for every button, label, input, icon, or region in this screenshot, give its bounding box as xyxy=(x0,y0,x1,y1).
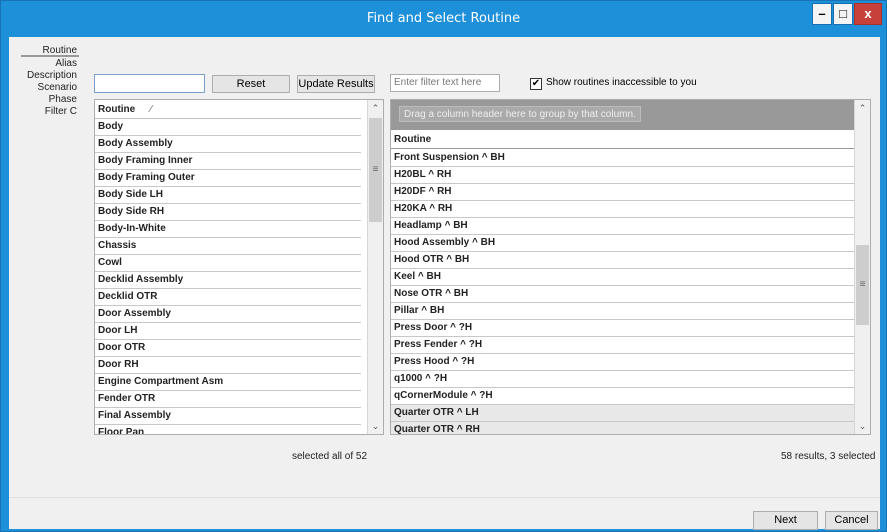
results-grid-row[interactable]: Press Hood ^ ?H xyxy=(391,354,855,371)
routine-list-item[interactable]: Door OTR xyxy=(95,340,361,357)
routine-list-scrollbar[interactable]: ⌃ ≡ ⌄ xyxy=(367,100,383,434)
routine-list-item[interactable]: Door LH xyxy=(95,323,361,340)
routine-list-item[interactable]: Decklid OTR xyxy=(95,289,361,306)
scroll-up-icon[interactable]: ⌃ xyxy=(855,100,870,116)
routine-list-header[interactable]: Routine ⁄ xyxy=(95,100,361,119)
results-grid-row[interactable]: Hood Assembly ^ BH xyxy=(391,235,855,252)
routine-list-item[interactable]: Body xyxy=(95,119,361,136)
results-grid-header[interactable]: Routine xyxy=(391,130,855,149)
scroll-thumb[interactable]: ≡ xyxy=(856,245,869,325)
results-grid-row[interactable]: Headlamp ^ BH xyxy=(391,218,855,235)
results-grid-row[interactable]: Keel ^ BH xyxy=(391,269,855,286)
reset-button[interactable]: Reset xyxy=(212,75,290,93)
group-by-panel[interactable]: Drag a column header here to group by th… xyxy=(391,100,855,130)
routine-list-item[interactable]: Engine Compartment Asm xyxy=(95,374,361,391)
routine-list-item[interactable]: Final Assembly xyxy=(95,408,361,425)
scroll-down-icon[interactable]: ⌄ xyxy=(368,418,383,434)
list-status-text: selected all of 52 xyxy=(292,451,368,462)
results-grid-row[interactable]: Press Fender ^ ?H xyxy=(391,337,855,354)
routine-list-item[interactable]: Chassis xyxy=(95,238,361,255)
routine-list-item[interactable]: Body Framing Inner xyxy=(95,153,361,170)
dialog-client: Routine Alias Description Scenario Phase… xyxy=(9,37,880,530)
routine-list-item[interactable]: Body Side RH xyxy=(95,204,361,221)
results-grid-row[interactable]: Quarter OTR ^ LH xyxy=(391,405,855,422)
dialog-footer xyxy=(9,497,880,529)
results-grid-row[interactable]: Pillar ^ BH xyxy=(391,303,855,320)
results-grid-row[interactable]: Press Door ^ ?H xyxy=(391,320,855,337)
routine-list-item[interactable]: Decklid Assembly xyxy=(95,272,361,289)
group-by-hint: Drag a column header here to group by th… xyxy=(399,106,641,122)
sidenav-item-routine[interactable]: Routine xyxy=(21,45,79,57)
routine-list[interactable]: Routine ⁄ Body Body Assembly Body Framing … xyxy=(94,99,384,435)
scroll-thumb[interactable]: ≡ xyxy=(369,118,382,222)
sidenav-item-phase[interactable]: Phase xyxy=(21,94,79,106)
routine-list-item[interactable]: Fender OTR xyxy=(95,391,361,408)
routine-list-item[interactable]: Body-In-White xyxy=(95,221,361,238)
scroll-down-icon[interactable]: ⌄ xyxy=(855,418,870,434)
routine-list-item[interactable]: Door Assembly xyxy=(95,306,361,323)
routine-results-grid[interactable]: Drag a column header here to group by th… xyxy=(390,99,871,435)
results-grid-row[interactable]: Quarter OTR ^ RH xyxy=(391,422,855,434)
sidenav-item-description[interactable]: Description xyxy=(21,70,79,82)
routine-list-item[interactable]: Body Assembly xyxy=(95,136,361,153)
cancel-button[interactable]: Cancel xyxy=(825,511,878,530)
results-grid-row[interactable]: H20DF ^ RH xyxy=(391,184,855,201)
update-results-button[interactable]: Update Results xyxy=(297,75,375,93)
routine-list-item[interactable]: Door RH xyxy=(95,357,361,374)
routine-list-item[interactable]: Cowl xyxy=(95,255,361,272)
results-grid-scrollbar[interactable]: ⌃ ≡ ⌄ xyxy=(854,100,870,434)
maximize-button[interactable]: □ xyxy=(833,3,853,25)
routine-list-item[interactable]: Body Side LH xyxy=(95,187,361,204)
search-input[interactable] xyxy=(94,74,205,93)
next-button[interactable]: Next xyxy=(753,511,818,530)
results-grid-row[interactable]: H20BL ^ RH xyxy=(391,167,855,184)
scroll-up-icon[interactable]: ⌃ xyxy=(368,100,383,116)
close-button[interactable]: x xyxy=(854,3,882,25)
sidenav-item-scenario[interactable]: Scenario xyxy=(21,82,79,94)
title-bar[interactable]: Find and Select Routine – □ x xyxy=(1,1,886,37)
results-grid-row[interactable]: Nose OTR ^ BH xyxy=(391,286,855,303)
minimize-button[interactable]: – xyxy=(812,3,832,25)
window-title: Find and Select Routine xyxy=(366,11,521,26)
results-grid-row[interactable]: Hood OTR ^ BH xyxy=(391,252,855,269)
routine-list-item[interactable]: Body Framing Outer xyxy=(95,170,361,187)
results-grid-row[interactable]: q1000 ^ ?H xyxy=(391,371,855,388)
results-status-text: 58 results, 3 selected xyxy=(781,451,876,462)
show-inaccessible-checkbox[interactable]: ✔ xyxy=(530,78,542,90)
sidenav-item-alias[interactable]: Alias xyxy=(21,58,79,70)
routine-list-header-label: Routine xyxy=(98,104,136,115)
filter-input[interactable]: Enter filter text here xyxy=(390,74,500,92)
results-grid-row[interactable]: qCornerModule ^ ?H xyxy=(391,388,855,405)
side-nav: Routine Alias Description Scenario Phase… xyxy=(21,45,79,118)
results-grid-row[interactable]: H20KA ^ RH xyxy=(391,201,855,218)
dialog-window: Find and Select Routine – □ x Routine Al… xyxy=(0,0,887,532)
results-grid-row[interactable]: Front Suspension ^ BH xyxy=(391,150,855,167)
sidenav-item-filter[interactable]: Filter C xyxy=(21,106,79,118)
routine-list-item[interactable]: Floor Pan xyxy=(95,425,361,434)
show-inaccessible-label[interactable]: Show routines inaccessible to you xyxy=(546,77,697,88)
sort-icon: ⁄ xyxy=(150,104,152,115)
